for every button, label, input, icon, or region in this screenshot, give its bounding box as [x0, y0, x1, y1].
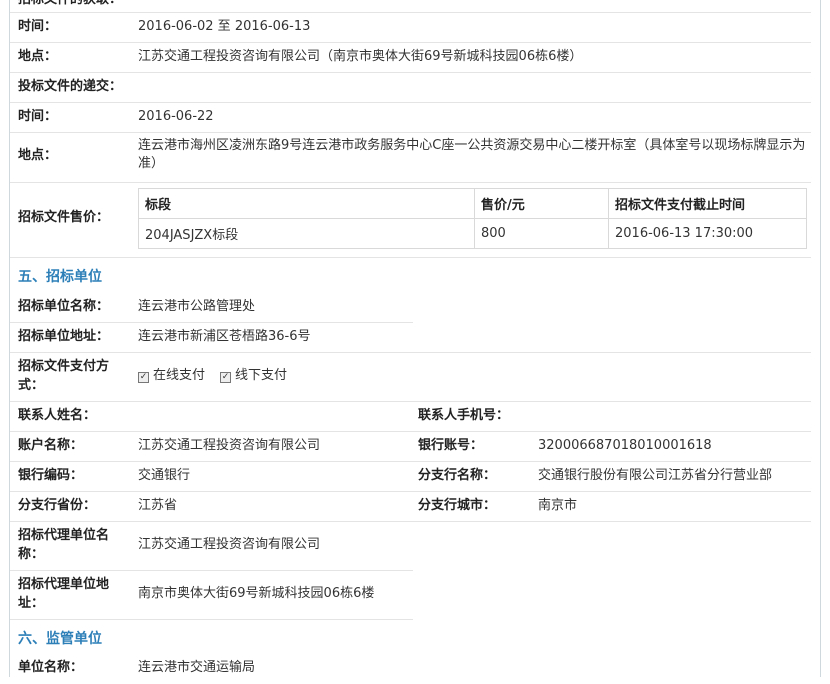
header-section: 标段 [138, 188, 475, 219]
table-row: 204JASJZX标段 800 2016-06-13 17:30:00 [138, 218, 807, 249]
bankcode-label: 银行编码： [18, 468, 84, 483]
account-value: 江苏交通工程投资咨询有限公司 [138, 438, 321, 453]
place2-value-line1: 连云港市海州区凌洲东路9号连云港市政务服务中心C座一公共资源交易中心二楼开标室（… [138, 138, 806, 153]
row-province: 分支行省份： 江苏省 分支行城市： 南京市 [10, 491, 811, 522]
agent-addr-value: 南京市奥体大街69号新城科技园06栋6楼 [138, 586, 375, 601]
bankcode-value: 交通银行 [138, 468, 191, 483]
city-label: 分支行城市： [418, 498, 497, 513]
cell-deadline: 2016-06-13 17:30:00 [608, 218, 807, 249]
price-table-header: 标段 售价/元 招标文件支付截止时间 [138, 188, 807, 219]
row-agent-name: 招标代理单位名 称： 江苏交通工程投资咨询有限公司 [10, 521, 413, 571]
header-deadline: 招标文件支付截止时间 [608, 188, 807, 219]
contact-label: 联系人姓名： [18, 408, 97, 423]
row-submit: 投标文件的递交： [10, 72, 811, 103]
pay-method-label-line1: 招标文件支付方 [18, 359, 110, 374]
agent-addr-label-line2: 址： [18, 596, 45, 611]
tenderer-addr-value: 连云港市新浦区苍梧路36-6号 [138, 329, 311, 344]
tenderer-name-label: 招标单位名称： [18, 299, 110, 314]
section5-title: 五、招标单位 [18, 269, 102, 285]
branch-label: 分支行名称： [418, 468, 497, 483]
time1-value: 2016-06-02 至 2016-06-13 [138, 19, 311, 34]
time2-value: 2016-06-22 [138, 109, 214, 124]
row-time2: 时间： 2016-06-22 [10, 102, 811, 133]
supervisor-name-label: 单位名称： [18, 660, 84, 675]
pay-offline-label: 线下支付 [235, 368, 288, 383]
time2-label: 时间： [18, 109, 58, 124]
pay-online-checkbox[interactable]: ✓ [138, 372, 149, 383]
row-price: 招标文件售价： 标段 售价/元 招标文件支付截止时间 204JASJZX标段 8… [10, 182, 811, 258]
row-pay-method: 招标文件支付方 式： ✓ 在线支付 ✓ 线下支付 [10, 352, 811, 402]
doc-obtain-label: 招标文件的获取： [18, 0, 122, 10]
section6-title: 六、监管单位 [18, 631, 102, 647]
province-value: 江苏省 [138, 498, 178, 513]
agent-addr-label-line1: 招标代理单位地 [18, 577, 110, 592]
supervisor-name-value: 连云港市交通运输局 [138, 660, 256, 675]
row-bankcode: 银行编码： 交通银行 分支行名称： 交通银行股份有限公司江苏省分行营业部 [10, 461, 811, 492]
price-label: 招标文件售价： [18, 210, 110, 225]
cell-price: 800 [474, 218, 609, 249]
pay-offline-option[interactable]: ✓ 线下支付 [220, 366, 287, 386]
cell-section: 204JASJZX标段 [138, 218, 475, 249]
province-label: 分支行省份： [18, 498, 97, 513]
frame-right-border [820, 0, 821, 677]
time1-label: 时间： [18, 19, 58, 34]
bankno-label: 银行账号： [418, 438, 484, 453]
pay-online-option[interactable]: ✓ 在线支付 [138, 366, 205, 386]
phone-label: 联系人手机号： [418, 408, 510, 423]
row-tenderer-addr: 招标单位地址： 连云港市新浦区苍梧路36-6号 [10, 322, 811, 353]
place2-label: 地点： [18, 148, 58, 163]
bankno-value: 320006687018010001618 [538, 438, 712, 453]
page-frame: 招标文件的获取： 时间： 2016-06-02 至 2016-06-13 地点：… [0, 0, 829, 677]
pay-offline-checkbox[interactable]: ✓ [220, 372, 231, 383]
row-tenderer-name: 招标单位名称： 连云港市公路管理处 [10, 292, 413, 323]
row-supervisor-name: 单位名称： 连云港市交通运输局 [10, 654, 811, 684]
price-table: 标段 售价/元 招标文件支付截止时间 204JASJZX标段 800 2016-… [138, 188, 807, 249]
row-time1: 时间： 2016-06-02 至 2016-06-13 [10, 12, 811, 43]
header-price: 售价/元 [474, 188, 609, 219]
tenderer-name-value: 连云港市公路管理处 [138, 299, 256, 314]
place2-value-line2: 准） [138, 156, 165, 171]
account-label: 账户名称： [18, 438, 84, 453]
place1-value: 江苏交通工程投资咨询有限公司（南京市奥体大街69号新城科技园06栋6楼） [138, 49, 583, 64]
tenderer-addr-label: 招标单位地址： [18, 329, 110, 344]
row-contact: 联系人姓名： 联系人手机号： [10, 401, 811, 432]
place1-label: 地点： [18, 49, 58, 64]
agent-name-value: 江苏交通工程投资咨询有限公司 [138, 537, 321, 552]
row-account: 账户名称： 江苏交通工程投资咨询有限公司 银行账号： 3200066870180… [10, 431, 811, 462]
agent-name-label-line2: 称： [18, 547, 45, 562]
pay-method-label-line2: 式： [18, 378, 45, 393]
pay-online-label: 在线支付 [153, 368, 206, 383]
submit-label: 投标文件的递交： [18, 79, 123, 94]
city-value: 南京市 [538, 498, 578, 513]
branch-value: 交通银行股份有限公司江苏省分行营业部 [538, 468, 773, 483]
agent-name-label-line1: 招标代理单位名 [18, 528, 110, 543]
row-agent-addr: 招标代理单位地 址： 南京市奥体大街69号新城科技园06栋6楼 [10, 570, 413, 620]
row-place1: 地点： 江苏交通工程投资咨询有限公司（南京市奥体大街69号新城科技园06栋6楼） [10, 42, 811, 73]
row-place2: 地点： 连云港市海州区凌洲东路9号连云港市政务服务中心C座一公共资源交易中心二楼… [10, 132, 811, 183]
